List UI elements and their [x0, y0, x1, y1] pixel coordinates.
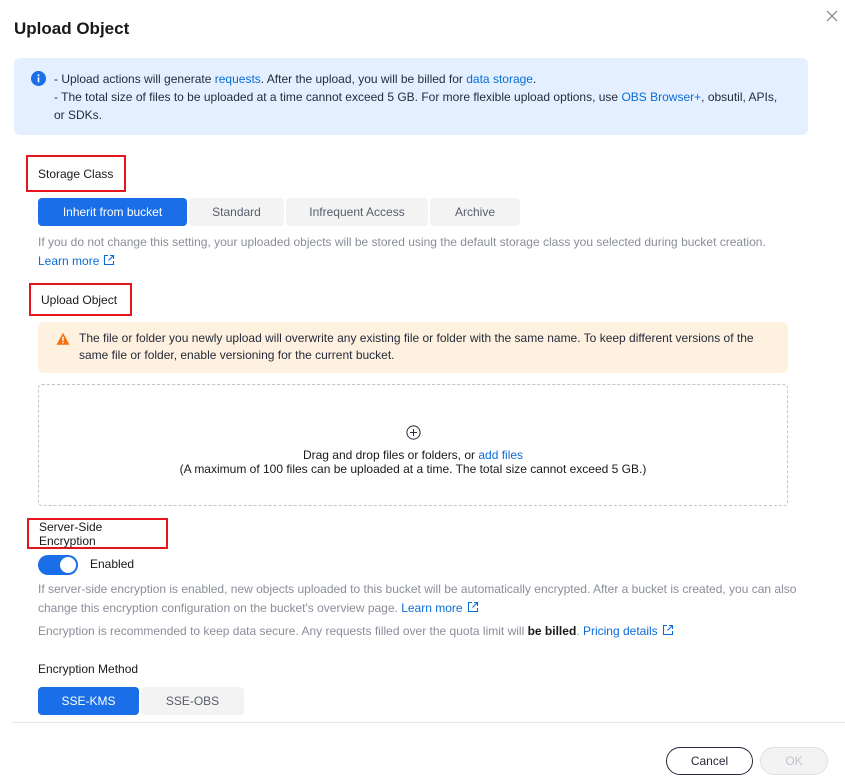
obs-browser-link[interactable]: OBS Browser+: [621, 90, 701, 104]
encryption-toggle[interactable]: [38, 555, 78, 575]
encryption-billing-note: Encryption is recommended to keep data s…: [38, 622, 798, 641]
upload-object-label: Upload Object: [29, 283, 132, 316]
encryption-help: If server-side encryption is enabled, ne…: [38, 580, 798, 618]
notice-text: . After the upload, you will be billed f…: [260, 72, 467, 86]
notice-line-1: - Upload actions will generate requests.…: [54, 70, 790, 88]
storage-class-selector: Inherit from bucket Standard Infrequent …: [38, 198, 520, 226]
server-side-encryption-label: Server-Side Encryption: [27, 518, 168, 549]
notice-text: - The total size of files to be uploaded…: [54, 90, 622, 104]
storage-class-archive-button[interactable]: Archive: [430, 198, 520, 226]
ok-button[interactable]: OK: [760, 747, 828, 775]
dropzone-instruction: Drag and drop files or folders, or add f…: [39, 448, 787, 462]
add-circle-icon[interactable]: [406, 425, 421, 440]
storage-class-learn-more-link[interactable]: Learn more: [38, 254, 99, 268]
encryption-method-label: Encryption Method: [38, 662, 139, 676]
dialog-title: Upload Object: [14, 19, 130, 38]
notice-text: .: [532, 72, 537, 86]
data-storage-link[interactable]: data storage: [466, 72, 533, 86]
notice-text: - Upload actions will generate: [54, 72, 215, 86]
storage-class-label-text: Storage Class: [38, 166, 114, 181]
upload-object-dialog: Upload Object - Upload actions will gene…: [0, 0, 845, 784]
footer-divider: [12, 722, 845, 723]
sse-kms-button[interactable]: SSE-KMS: [38, 687, 139, 715]
upload-object-label-text: Upload Object: [41, 292, 118, 307]
external-link-icon: [103, 253, 115, 266]
encryption-method-selector: SSE-KMS SSE-OBS: [38, 687, 244, 715]
info-notice: - Upload actions will generate requests.…: [14, 58, 808, 135]
storage-class-inherit-button[interactable]: Inherit from bucket: [38, 198, 187, 226]
file-dropzone[interactable]: Drag and drop files or folders, or add f…: [38, 384, 788, 506]
pricing-details-link[interactable]: Pricing details: [583, 624, 658, 638]
overwrite-warning-text: The file or folder you newly upload will…: [79, 331, 754, 362]
toggle-knob: [60, 557, 76, 573]
info-icon: [31, 71, 46, 86]
billing-note-text: Encryption is recommended to keep data s…: [38, 624, 528, 638]
server-side-encryption-label-text: Server-Side Encryption: [39, 519, 103, 548]
notice-line-2: - The total size of files to be uploaded…: [54, 88, 790, 124]
warning-icon: [56, 332, 70, 346]
cancel-button[interactable]: Cancel: [666, 747, 753, 775]
encryption-learn-more-link[interactable]: Learn more: [401, 601, 462, 615]
storage-class-label: Storage Class: [26, 155, 126, 192]
encryption-toggle-label: Enabled: [90, 557, 135, 571]
overwrite-warning: The file or folder you newly upload will…: [38, 322, 788, 373]
billing-note-text: .: [576, 624, 583, 638]
storage-class-standard-button[interactable]: Standard: [189, 198, 284, 226]
external-link-icon: [467, 600, 479, 613]
storage-class-infrequent-button[interactable]: Infrequent Access: [286, 198, 428, 226]
sse-obs-button[interactable]: SSE-OBS: [141, 687, 244, 715]
storage-class-help-text: If you do not change this setting, your …: [38, 235, 766, 249]
storage-class-help: If you do not change this setting, your …: [38, 233, 798, 271]
requests-link[interactable]: requests: [215, 72, 261, 86]
external-link-icon: [662, 623, 674, 636]
add-files-link[interactable]: add files: [478, 448, 523, 462]
billing-note-bold: be billed: [527, 624, 577, 638]
dropzone-text: Drag and drop files or folders, or: [302, 448, 479, 462]
dropzone-limit-text: (A maximum of 100 files can be uploaded …: [179, 462, 647, 476]
close-icon[interactable]: [822, 6, 842, 26]
